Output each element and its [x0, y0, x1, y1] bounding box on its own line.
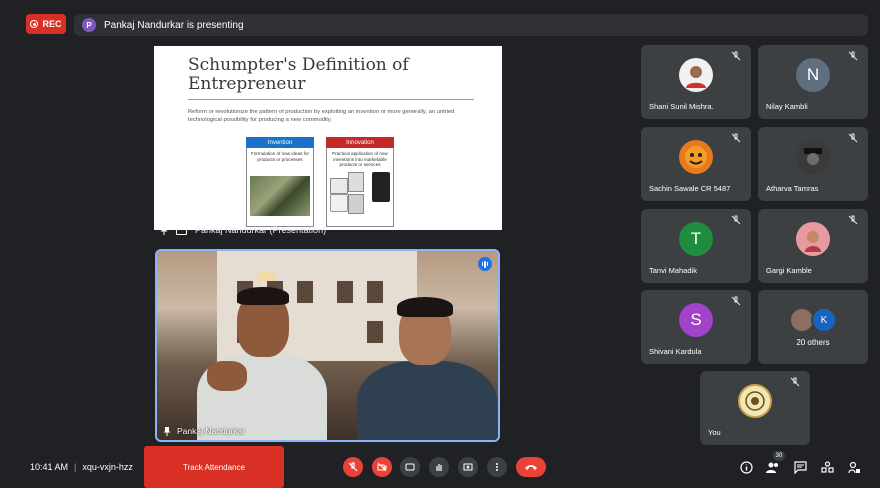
avatar: T: [679, 222, 713, 256]
avatar: N: [796, 58, 830, 92]
avatar: [679, 58, 713, 92]
slide-body-text: Reform or revolutionize the pattern of p…: [188, 109, 455, 123]
participant-name: Tanvi Mahadik: [649, 266, 697, 275]
speaker-video-tile[interactable]: Pankaj Nandurkar: [155, 249, 500, 442]
device-image: [348, 172, 364, 192]
participant-name: Gargi Kamble: [766, 266, 812, 275]
more-options-button[interactable]: [487, 457, 507, 477]
captions-icon: [405, 463, 415, 471]
innovation-box: Innovation Practical application of new …: [326, 137, 394, 227]
recording-label: REC: [42, 19, 62, 29]
meeting-info: 10:41 AM | xqu-vxjn-hzz: [30, 462, 133, 472]
slide-title: Schumpter's Definition of Entrepreneur: [188, 55, 409, 94]
lock-person-icon: [847, 461, 860, 473]
participant-tile[interactable]: Gargi Kamble: [758, 209, 868, 283]
speaking-indicator-icon: [478, 257, 492, 271]
current-time: 10:41 AM: [30, 462, 69, 472]
chat-icon: [793, 460, 807, 474]
host-controls-button[interactable]: [846, 459, 862, 475]
second-person: [357, 297, 497, 440]
device-image: [330, 194, 348, 212]
invention-image: [250, 176, 310, 216]
presentation-slide[interactable]: Schumpter's Definition of Entrepreneur R…: [154, 46, 502, 230]
presenter-avatar: P: [82, 18, 96, 32]
self-name: You: [708, 428, 721, 437]
meeting-details-button[interactable]: [738, 459, 754, 475]
presenting-banner: P Pankaj Nandurkar is presenting: [74, 14, 868, 36]
pin-icon[interactable]: [163, 426, 171, 436]
avatar: [738, 384, 772, 418]
divider: |: [74, 462, 77, 472]
presentation-caption-text: Pankaj Nandurkar (Presentation): [195, 225, 327, 235]
device-image: [348, 194, 364, 214]
present-button[interactable]: [458, 457, 478, 477]
chat-button[interactable]: [792, 459, 808, 475]
speaker-name: Pankaj Nandurkar: [177, 426, 246, 436]
participant-name: Shani Sunil Mishra.: [649, 102, 714, 111]
record-icon: [30, 20, 39, 28]
more-vert-icon: [496, 463, 498, 471]
participant-name: Sachin Sawale CR 5487: [649, 184, 731, 193]
pin-icon[interactable]: [160, 225, 168, 235]
participant-tile[interactable]: Sachin Sawale CR 5487: [641, 127, 751, 201]
speaker-person: [197, 287, 327, 440]
mic-off-icon: [790, 377, 800, 387]
activities-button[interactable]: [819, 459, 835, 475]
innovation-header: Innovation: [326, 137, 394, 148]
present-icon: [176, 225, 187, 235]
mic-off-icon: [348, 462, 358, 472]
mic-off-icon: [848, 215, 858, 225]
leave-call-button[interactable]: [516, 457, 546, 477]
participant-tile[interactable]: T Tanvi Mahadik: [641, 209, 751, 283]
mic-off-icon: [731, 51, 741, 61]
people-button[interactable]: [765, 459, 781, 475]
participant-tile[interactable]: N Nilay Kambli: [758, 45, 868, 119]
avatar: [679, 140, 713, 174]
others-count-label: 20 others: [796, 338, 830, 347]
invention-box: Invention Formulation of new ideas for p…: [246, 137, 314, 227]
captions-button[interactable]: [400, 457, 420, 477]
participant-name: Shivani Kardula: [649, 347, 702, 356]
hang-up-icon: [525, 465, 537, 470]
camera-toggle-button[interactable]: [372, 457, 392, 477]
slide-divider: [188, 99, 474, 100]
mic-off-icon: [731, 296, 741, 306]
mic-off-icon: [848, 133, 858, 143]
presentation-caption: Pankaj Nandurkar (Presentation): [160, 225, 326, 235]
avatar: [796, 222, 830, 256]
participant-tile[interactable]: S Shivani Kardula: [641, 290, 751, 364]
others-avatars: K: [789, 307, 837, 333]
people-icon: [766, 462, 778, 473]
camera-off-icon: [377, 462, 387, 472]
avatar: K: [811, 307, 837, 333]
innovation-text: Practical application of new inventions …: [332, 151, 388, 168]
lamp: [257, 271, 275, 281]
present-icon: [463, 463, 473, 471]
raise-hand-button[interactable]: [429, 457, 449, 477]
hand-icon: [436, 464, 442, 471]
mic-off-icon: [731, 215, 741, 225]
meeting-code: xqu-vxjn-hzz: [82, 462, 133, 472]
device-image: [372, 172, 390, 202]
participant-name: Nilay Kambli: [766, 102, 808, 111]
presenting-text: Pankaj Nandurkar is presenting: [104, 19, 244, 31]
others-tile[interactable]: K 20 others: [758, 290, 868, 364]
recording-indicator: REC: [26, 14, 66, 34]
avatar: S: [679, 303, 713, 337]
mic-off-icon: [848, 51, 858, 61]
participant-tile[interactable]: Shani Sunil Mishra.: [641, 45, 751, 119]
speaker-name-label: Pankaj Nandurkar: [163, 426, 245, 436]
participant-name: Atharva Tamras: [766, 184, 819, 193]
mic-off-icon: [731, 133, 741, 143]
self-tile[interactable]: You: [700, 371, 810, 445]
mic-toggle-button[interactable]: [343, 457, 363, 477]
invention-header: Invention: [246, 137, 314, 148]
track-attendance-button[interactable]: Track Attendance: [144, 446, 284, 488]
avatar: [796, 140, 830, 174]
invention-text: Formulation of new ideas for products or…: [251, 151, 309, 162]
activities-icon: [820, 460, 834, 473]
info-icon: [739, 460, 753, 474]
device-image: [330, 178, 348, 194]
participant-tile[interactable]: Atharva Tamras: [758, 127, 868, 201]
